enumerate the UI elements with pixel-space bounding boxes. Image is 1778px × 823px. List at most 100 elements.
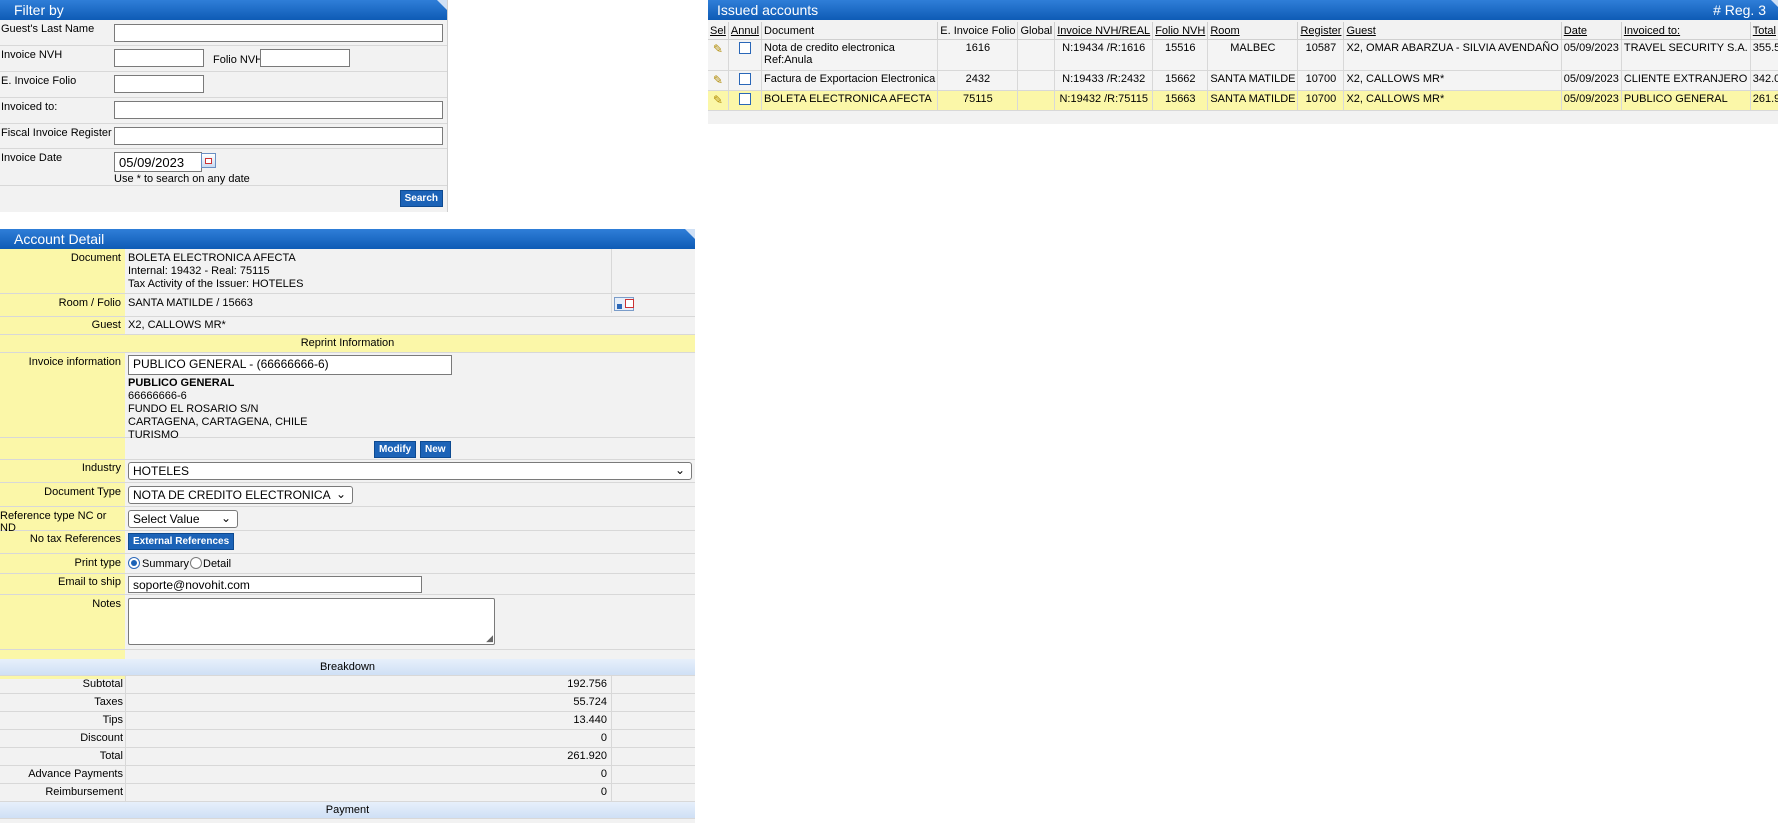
breakdown-row-subtotal: Subtotal 192.756 [0, 676, 695, 694]
breakdown-row-discount: Discount 0 [0, 730, 695, 748]
notax-label: No tax References [29, 533, 121, 545]
header-corner-icon [685, 229, 695, 239]
cell-register: 10700 [1305, 93, 1337, 105]
cell-total: 342.048 [1752, 73, 1778, 85]
header-corner-icon [437, 0, 447, 10]
notes-label: Notes [92, 598, 121, 610]
col-guest[interactable]: Guest [1343, 22, 1562, 40]
subtotal-value: 192.756 [567, 678, 607, 690]
filter-row-invoice-nvh: Invoice NVH Folio NVH [0, 46, 447, 72]
summary-label: Summary [142, 558, 190, 570]
detail-row-document: Document BOLETA ELECTRONICA AFECTA Inter… [0, 249, 695, 294]
edit-pencil-icon[interactable]: ✎ [713, 73, 723, 87]
detail-row-notes: Notes ◢ [0, 595, 695, 650]
filter-row-einvoice: E. Invoice Folio [0, 72, 447, 98]
detail-row-reftype: Reference type NC or ND Select Value ⌄ [0, 507, 695, 534]
folio-nvh-input[interactable] [260, 49, 350, 67]
detail-radio[interactable] [190, 557, 202, 569]
reftype-select[interactable]: Select Value ⌄ [128, 510, 238, 528]
cell-room: MALBEC [1230, 42, 1276, 54]
col-invoiced-to[interactable]: Invoiced to: [1621, 22, 1751, 40]
search-button[interactable]: Search [399, 190, 443, 207]
invoice-info-select[interactable]: PUBLICO GENERAL - (66666666-6) [128, 355, 452, 375]
col-register[interactable]: Register [1297, 22, 1345, 40]
invoice-addr2: CARTAGENA, CARTAGENA, CHILE [128, 416, 308, 428]
reg-count: # Reg. 3 [1713, 2, 1766, 18]
einvoice-folio-label: E. Invoice Folio [1, 75, 77, 87]
email-input[interactable] [128, 576, 422, 593]
col-room[interactable]: Room [1207, 22, 1299, 40]
document-label: Document [70, 252, 121, 264]
col-folio-nvh[interactable]: Folio NVH [1152, 22, 1209, 40]
col-document: Document [761, 22, 939, 40]
cell-folio-nvh: 15663 [1164, 93, 1196, 105]
detail-row-doctype: Document Type NOTA DE CREDITO ELECTRONIC… [0, 483, 695, 507]
doctype-label: Document Type [44, 486, 121, 498]
cell-global [1017, 70, 1056, 91]
cell-invoiced-to: PUBLICO GENERAL [1623, 93, 1728, 105]
invoice-date-input[interactable] [114, 152, 202, 172]
invoice-date-label: Invoice Date [1, 152, 63, 164]
table-row[interactable]: ✎ BOLETA ELECTRONICA AFECTA 75115 N:1943… [708, 90, 1778, 111]
header-corner-icon [1771, 0, 1778, 7]
breakdown-header-text: Breakdown [319, 661, 376, 673]
discount-label: Discount [80, 732, 123, 744]
col-date[interactable]: Date [1561, 22, 1622, 40]
filter-row-search: Search [0, 186, 447, 211]
invoiced-to-input[interactable] [114, 101, 443, 119]
reprint-header-text: Reprint Information [300, 337, 395, 349]
print-type-label: Print type [74, 557, 121, 569]
tips-label: Tips [102, 714, 123, 726]
cell-invoiced-to: CLIENTE EXTRANJERO [1623, 73, 1748, 85]
cell-guest: X2, CALLOWS MR* [1346, 93, 1445, 105]
cell-folio-nvh: 15662 [1164, 73, 1196, 85]
annul-checkbox[interactable] [738, 93, 751, 105]
chevron-down-icon: ⌄ [335, 487, 346, 501]
room-label: Room / Folio [58, 297, 121, 309]
cell-global [1017, 39, 1056, 71]
guest-value: X2, CALLOWS MR* [128, 319, 226, 331]
col-invoice-nvh[interactable]: Invoice NVH/REAL [1054, 22, 1154, 40]
col-sel[interactable]: Sel [708, 22, 729, 40]
invoiced-to-label: Invoiced to: [1, 101, 58, 113]
resize-handle-icon[interactable]: ◢ [486, 633, 493, 644]
taxes-label: Taxes [94, 696, 123, 708]
tips-value: 13.440 [573, 714, 607, 726]
total-value: 261.920 [567, 750, 607, 762]
fiscal-register-input[interactable] [114, 127, 443, 145]
cell-folio-nvh: 15516 [1164, 42, 1196, 54]
cell-document: Factura de Exportacion Electronica [764, 73, 936, 85]
table-row[interactable]: ✎ Factura de Exportacion Electronica 243… [708, 70, 1778, 91]
annul-checkbox[interactable] [738, 42, 751, 54]
invoice-nvh-input[interactable] [114, 49, 204, 67]
col-annul[interactable]: Annul [728, 22, 763, 40]
detail-row-guest: Guest X2, CALLOWS MR* [0, 317, 695, 335]
external-references-button[interactable]: External References [128, 533, 235, 550]
last-name-input[interactable] [114, 24, 443, 42]
guest-label: Guest [91, 319, 121, 331]
edit-pencil-icon[interactable]: ✎ [713, 42, 723, 56]
issued-table: Sel Annul Document E. Invoice Folio Glob… [708, 22, 1778, 111]
doctype-select[interactable]: NOTA DE CREDITO ELECTRONICA ⌄ [128, 486, 353, 504]
einvoice-folio-input[interactable] [114, 75, 204, 93]
payment-header: Payment [0, 802, 695, 819]
document-line2: Internal: 19432 - Real: 75115 [128, 265, 270, 277]
detail-row-email: Email to ship [0, 574, 695, 595]
cell-room: SANTA MATILDE [1210, 93, 1296, 105]
notes-textarea[interactable]: ◢ [128, 598, 495, 645]
cell-nvh: N:19433 /R:2432 [1062, 73, 1146, 85]
breakdown-row-taxes: Taxes 55.724 [0, 694, 695, 712]
folio-link-icon[interactable] [614, 297, 634, 311]
annul-checkbox[interactable] [738, 73, 751, 85]
modify-button[interactable]: Modify [374, 441, 417, 458]
table-row[interactable]: ✎ Nota de credito electronica Ref:Anula 1… [708, 39, 1778, 71]
new-button[interactable]: New [420, 441, 451, 458]
summary-radio[interactable] [128, 557, 140, 569]
edit-pencil-icon[interactable]: ✎ [713, 93, 723, 107]
col-total[interactable]: Total [1750, 22, 1778, 40]
account-detail-panel: Account Detail Document BOLETA ELECTRONI… [0, 229, 695, 823]
issued-header: Issued accounts # Reg. 3 [708, 0, 1778, 20]
industry-select[interactable]: HOTELES ⌄ [128, 462, 692, 480]
calendar-icon[interactable] [201, 153, 216, 168]
taxes-value: 55.724 [573, 696, 607, 708]
